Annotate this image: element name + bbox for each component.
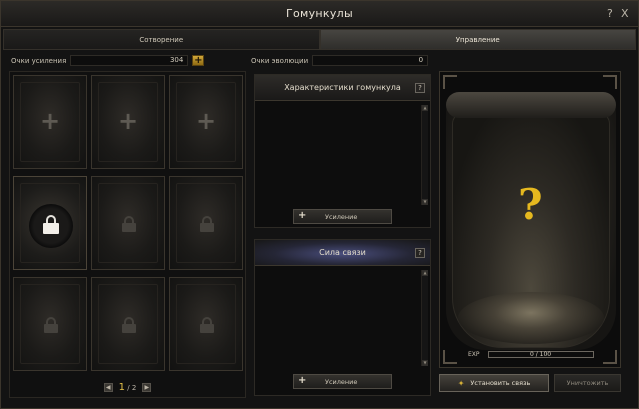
tab-management[interactable]: Управление <box>319 29 636 50</box>
stats-boost-label: Усиление <box>325 212 358 221</box>
stats-help-button[interactable]: ? <box>415 83 425 93</box>
bond-icon: ✦ <box>457 378 465 388</box>
scroll-down-icon[interactable]: ▼ <box>422 199 428 205</box>
total-pages: 2 <box>131 383 137 392</box>
close-button[interactable]: X <box>621 7 629 20</box>
bond-boost-button[interactable]: + Усиление <box>293 374 392 389</box>
help-button[interactable]: ? <box>607 7 613 20</box>
slot-locked-8[interactable] <box>91 277 165 371</box>
exp-label: EXP <box>468 351 480 358</box>
tab-creation[interactable]: Сотворение <box>3 29 320 50</box>
evolution-points-row: Очки эволюции 0 <box>251 55 429 66</box>
jar-rim <box>446 92 616 118</box>
prev-page-button[interactable]: ◀ <box>103 382 113 392</box>
title-bar[interactable]: Гомункулы ? X <box>1 1 638 27</box>
ornament-corner <box>443 350 457 364</box>
add-slot-icon: + <box>117 107 139 135</box>
stats-panel: Характеристики гомункула ? ▲ ▼ + Усилени… <box>254 74 431 228</box>
ornament-corner <box>603 350 617 364</box>
ornament-corner <box>443 75 457 89</box>
jar-base <box>458 292 604 344</box>
bond-panel-title: Сила связи <box>319 248 366 257</box>
slot-locked-7[interactable] <box>13 277 87 371</box>
enhance-points-row: Очки усиления 304 + <box>11 55 205 66</box>
plus-icon: + <box>298 375 307 386</box>
bond-help-button[interactable]: ? <box>415 248 425 258</box>
slot-locked-highlight[interactable] <box>13 176 87 270</box>
enhance-points-label: Очки усиления <box>11 56 67 65</box>
scroll-up-icon[interactable]: ▲ <box>422 270 428 276</box>
slot-locked-5[interactable] <box>91 176 165 270</box>
slot-empty-2[interactable]: + <box>91 75 165 169</box>
destroy-button[interactable]: Уничтожить <box>554 374 621 392</box>
lock-icon <box>121 317 137 333</box>
unknown-homunculus-icon: ? <box>518 180 543 229</box>
exp-row: EXP 0 / 100 <box>468 351 594 358</box>
next-page-button[interactable]: ▶ <box>142 382 152 392</box>
homunculus-slot-grid: + + + <box>9 71 246 398</box>
ornament-corner <box>603 75 617 89</box>
add-slot-icon: + <box>39 107 61 135</box>
homunculus-window: Гомункулы ? X Сотворение Управление Очки… <box>0 0 639 409</box>
bond-panel-header: Сила связи ? <box>255 240 430 266</box>
scroll-down-icon[interactable]: ▼ <box>422 360 428 366</box>
plus-icon: + <box>298 210 307 221</box>
evolution-points-value: 0 <box>312 55 429 66</box>
exp-bar: 0 / 100 <box>487 351 594 358</box>
slot-pager: ◀ 1 / 2 ▶ <box>9 380 246 394</box>
stats-panel-header: Характеристики гомункула ? <box>255 75 430 101</box>
lock-icon <box>43 215 59 235</box>
slot-empty-3[interactable]: + <box>169 75 243 169</box>
lock-icon <box>43 317 59 333</box>
establish-link-button[interactable]: ✦ Установить связь <box>439 374 549 392</box>
slot-locked-6[interactable] <box>169 176 243 270</box>
page-separator: / <box>127 383 130 392</box>
tab-bar: Сотворение Управление <box>3 29 636 50</box>
current-page: 1 <box>118 381 126 393</box>
stats-boost-button[interactable]: + Усиление <box>293 209 392 224</box>
stats-panel-title: Характеристики гомункула <box>284 83 401 92</box>
add-enhance-points-button[interactable]: + <box>192 55 205 66</box>
lock-icon <box>199 317 215 333</box>
lock-icon <box>121 216 137 232</box>
slot-empty-1[interactable]: + <box>13 75 87 169</box>
slot-locked-9[interactable] <box>169 277 243 371</box>
bond-panel: Сила связи ? ▲ ▼ + Усиление <box>254 239 431 396</box>
evolution-points-label: Очки эволюции <box>251 56 309 65</box>
add-slot-icon: + <box>195 107 217 135</box>
window-title: Гомункулы <box>285 7 353 20</box>
bond-boost-label: Усиление <box>325 377 358 386</box>
bond-scrollbar[interactable]: ▲ ▼ <box>421 270 428 366</box>
stats-scrollbar[interactable]: ▲ ▼ <box>421 105 428 205</box>
lock-icon <box>199 216 215 232</box>
scroll-up-icon[interactable]: ▲ <box>422 105 428 111</box>
enhance-points-value: 304 <box>70 55 189 66</box>
establish-link-label: Установить связь <box>470 379 531 387</box>
homunculus-jar-panel: ? EXP 0 / 100 <box>439 71 621 368</box>
